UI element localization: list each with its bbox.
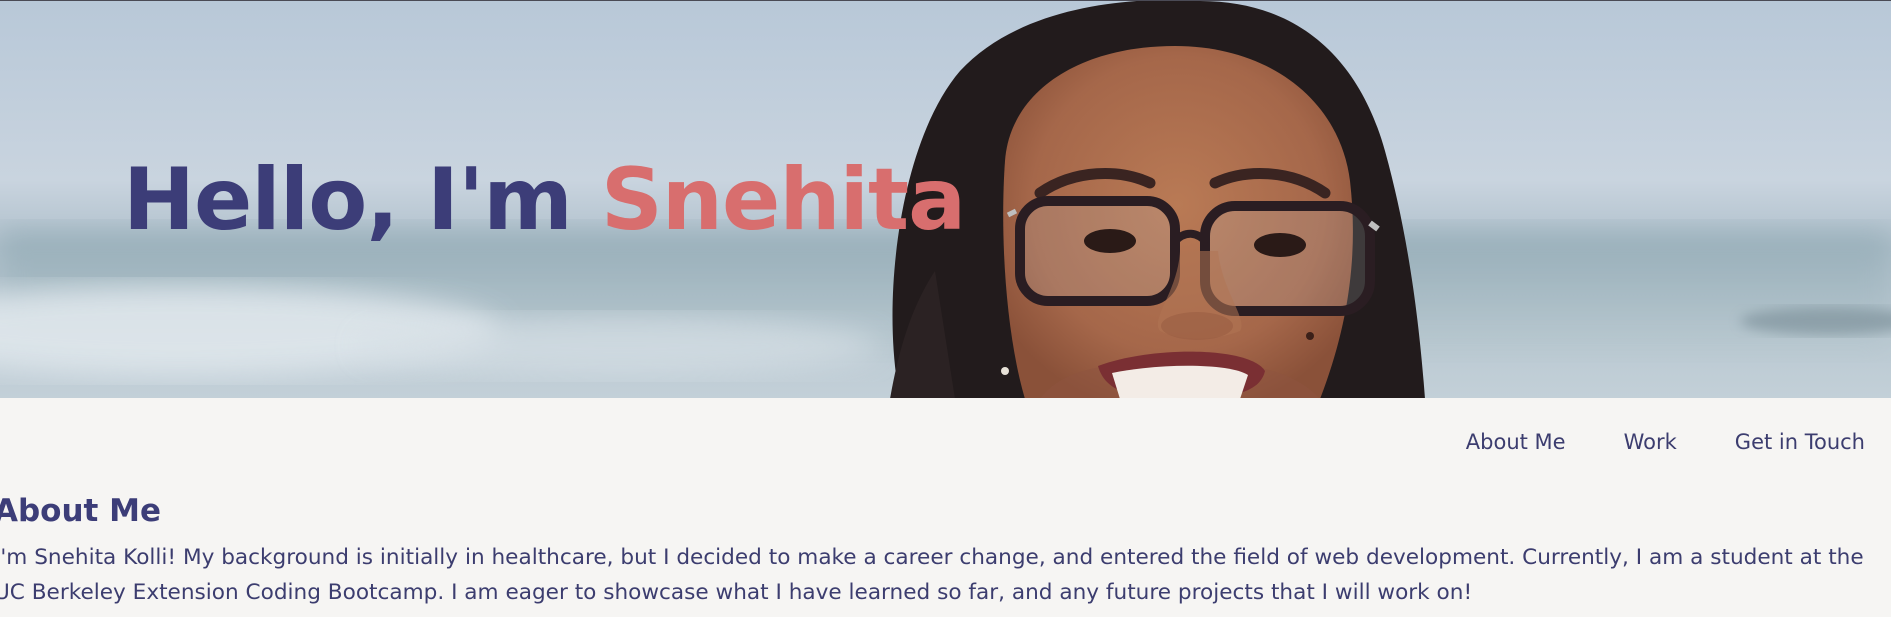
page: Hello, I'm Snehita About Me Work Get in … — [0, 0, 1891, 617]
nav-link-work[interactable]: Work — [1624, 428, 1677, 456]
nav-link-about-me[interactable]: About Me — [1466, 428, 1566, 456]
main-nav: About Me Work Get in Touch — [1408, 428, 1865, 456]
hero-title: Hello, I'm Snehita — [123, 157, 966, 243]
nav-link-get-in-touch[interactable]: Get in Touch — [1735, 428, 1865, 456]
hero-greeting: Hello, I'm — [123, 150, 601, 250]
about-paragraph: I'm Snehita Kolli! My background is init… — [0, 545, 1864, 605]
hero-banner: Hello, I'm Snehita — [0, 0, 1891, 398]
about-heading: About Me — [0, 493, 162, 529]
hero-name: Snehita — [600, 150, 966, 250]
